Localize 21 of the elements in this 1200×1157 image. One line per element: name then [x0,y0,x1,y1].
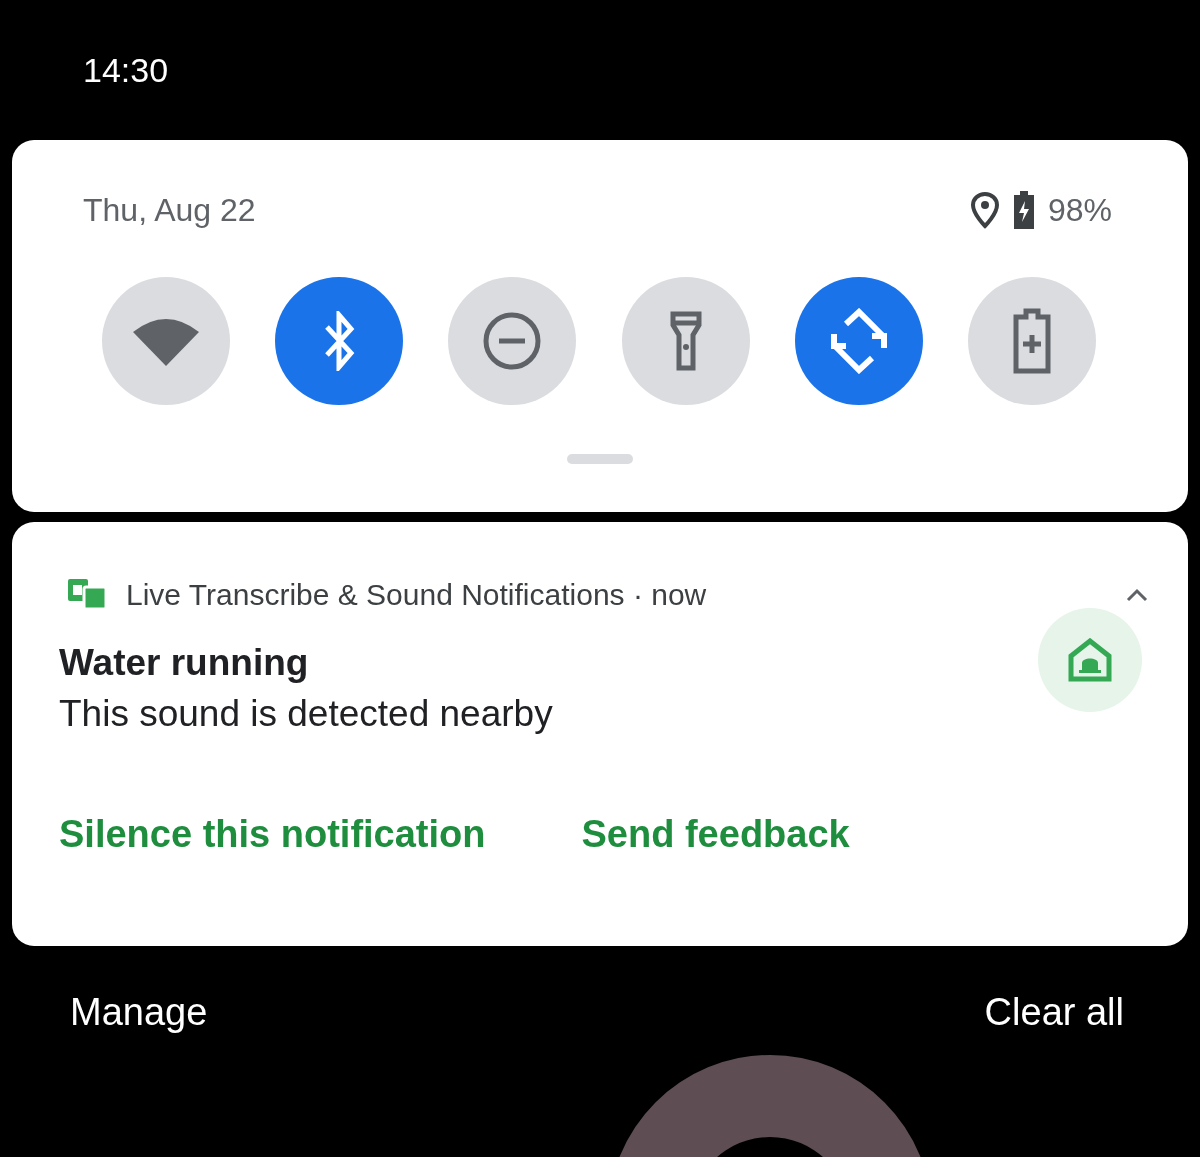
clock-time: 14:30 [83,51,169,89]
home-bell-icon [1067,638,1113,682]
notification-body: This sound is detected nearby [59,692,553,736]
wifi-icon [133,316,199,366]
manage-button[interactable]: Manage [70,984,208,1041]
notification-header: Live Transcribe & Sound Notifications · now [126,576,707,613]
battery-percentage: 98% [1047,191,1112,230]
notification-action[interactable]: Send feedback [581,806,850,863]
clear-all-button[interactable]: Clear all [984,984,1124,1041]
location-pin-icon [969,191,1000,229]
battery-charging-icon [1013,191,1034,229]
flashlight-icon [669,311,702,371]
minus-circle-icon [482,311,543,371]
collapse-chevron-icon[interactable] [1126,588,1148,602]
battery-plus-icon [1011,308,1052,374]
notification-title: Water running [59,641,310,685]
notification-action[interactable]: Silence this notification [59,806,486,863]
app-icon [66,577,108,611]
drag-handle[interactable] [567,454,633,464]
bluetooth-icon [323,311,356,371]
date-text: Thu, Aug 22 [83,191,256,230]
